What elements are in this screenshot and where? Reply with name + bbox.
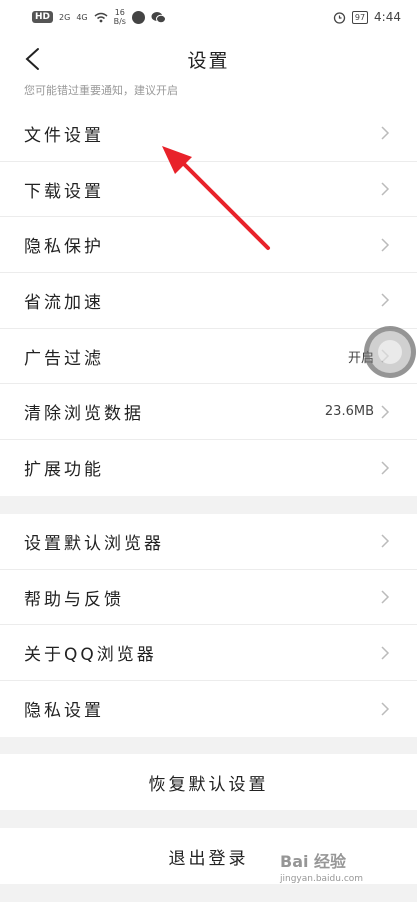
app-notification-icon bbox=[131, 10, 145, 24]
chevron-right-icon bbox=[381, 293, 390, 307]
row-extensions[interactable]: 扩展功能 bbox=[0, 440, 417, 496]
chevron-right-icon bbox=[381, 126, 390, 140]
alarm-icon bbox=[333, 11, 346, 24]
battery-level: 97 bbox=[351, 10, 369, 24]
watermark-site: jingyan.baidu.com bbox=[280, 874, 364, 884]
row-about[interactable]: 关于QQ浏览器 bbox=[0, 625, 417, 682]
row-label: 关于QQ浏览器 bbox=[24, 645, 157, 666]
net-speed-unit: B/s bbox=[113, 17, 126, 26]
wifi-icon bbox=[94, 12, 108, 22]
row-label: 扩展功能 bbox=[24, 460, 104, 481]
row-label: 帮助与反馈 bbox=[24, 589, 124, 610]
floating-button-core bbox=[378, 340, 402, 364]
chevron-right-icon bbox=[381, 590, 390, 604]
row-help-feedback[interactable]: 帮助与反馈 bbox=[0, 570, 417, 626]
row-label: 隐私保护 bbox=[24, 237, 104, 258]
status-left: HD 2G 4G 16 B/s bbox=[32, 8, 166, 26]
net-speed: 16 B/s bbox=[114, 8, 126, 26]
page-header: 设置 bbox=[0, 34, 417, 84]
row-label: 下载设置 bbox=[24, 181, 104, 202]
row-label: 设置默认浏览器 bbox=[24, 533, 164, 554]
wechat-icon bbox=[151, 11, 166, 23]
chevron-right-icon bbox=[381, 238, 390, 252]
row-ad-filter[interactable]: 广告过滤 开启 bbox=[0, 329, 417, 385]
row-privacy-settings[interactable]: 隐私设置 bbox=[0, 681, 417, 737]
network-2g: 2G bbox=[59, 12, 71, 22]
chevron-right-icon bbox=[381, 702, 390, 716]
page-title: 设置 bbox=[187, 49, 230, 72]
chevron-right-icon bbox=[381, 534, 390, 548]
back-arrow-icon[interactable] bbox=[22, 47, 46, 71]
chevron-right-icon bbox=[381, 646, 390, 660]
net-speed-value: 16 bbox=[114, 8, 125, 17]
watermark: Bai 经验 jingyan.baidu.com bbox=[280, 848, 410, 894]
hd-badge: HD bbox=[32, 11, 54, 23]
row-file-settings[interactable]: 文件设置 bbox=[0, 106, 417, 162]
row-default-browser[interactable]: 设置默认浏览器 bbox=[0, 514, 417, 570]
chevron-right-icon bbox=[381, 182, 390, 196]
restore-defaults-button[interactable]: 恢复默认设置 bbox=[0, 754, 417, 810]
network-4g: 4G bbox=[76, 12, 88, 22]
row-clear-browsing-data[interactable]: 清除浏览数据 23.6MB bbox=[0, 384, 417, 441]
row-privacy-protection[interactable]: 隐私保护 bbox=[0, 217, 417, 274]
status-bar: HD 2G 4G 16 B/s 97 4:44 bbox=[0, 0, 417, 34]
notification-hint: 您可能错过重要通知，建议开启 bbox=[0, 84, 417, 106]
notification-hint-text: 您可能错过重要通知，建议开启 bbox=[24, 84, 178, 97]
row-label: 省流加速 bbox=[24, 292, 104, 313]
row-data-saver[interactable]: 省流加速 bbox=[0, 273, 417, 329]
row-download-settings[interactable]: 下载设置 bbox=[0, 162, 417, 218]
clock: 4:44 bbox=[374, 10, 401, 24]
row-label: 文件设置 bbox=[24, 125, 104, 146]
settings-group-secondary: 设置默认浏览器 帮助与反馈 关于QQ浏览器 隐私设置 bbox=[0, 514, 417, 737]
status-right: 97 4:44 bbox=[333, 10, 401, 24]
chevron-right-icon bbox=[381, 405, 390, 419]
settings-group-main: 文件设置 下载设置 隐私保护 省流加速 广告过滤 开启 清除浏览数据 23.6M… bbox=[0, 106, 417, 496]
watermark-brand: Bai 经验 bbox=[280, 852, 347, 871]
row-label: 广告过滤 bbox=[24, 348, 104, 369]
row-label: 隐私设置 bbox=[24, 701, 104, 722]
row-value: 23.6MB bbox=[324, 404, 374, 420]
row-label: 清除浏览数据 bbox=[24, 404, 144, 425]
floating-assistive-button[interactable] bbox=[364, 326, 416, 378]
chevron-right-icon bbox=[381, 461, 390, 475]
